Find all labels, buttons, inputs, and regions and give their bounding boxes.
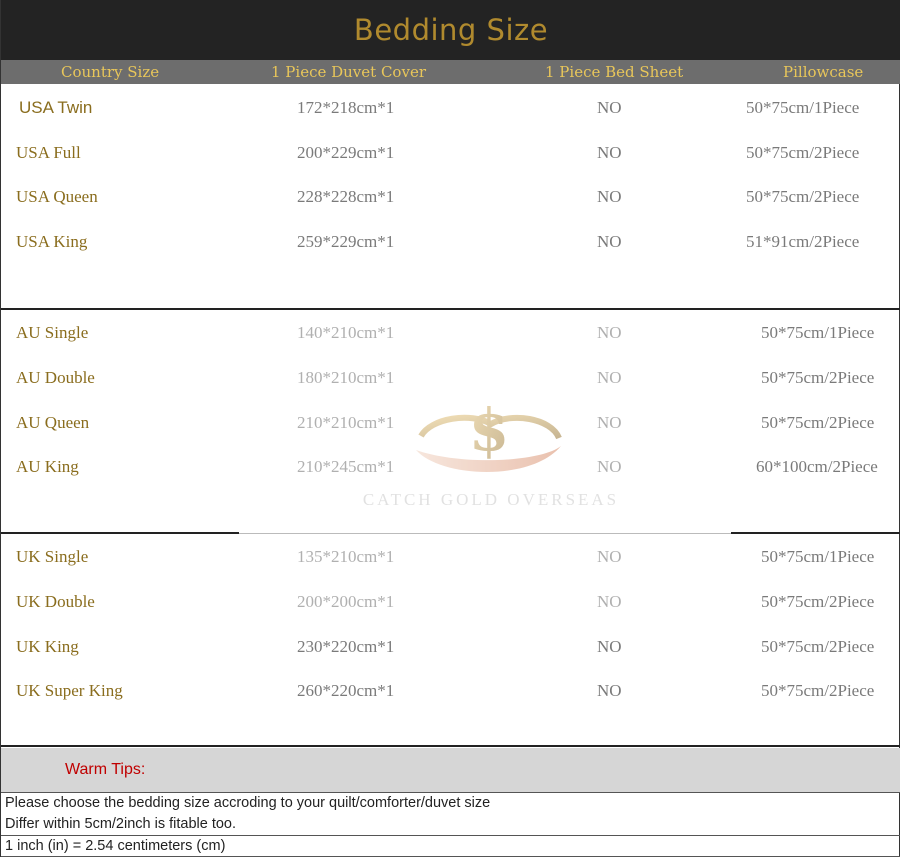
bed-sheet-value: NO (597, 323, 622, 342)
table-row: UK King 230*220cm*1 NO 50*75cm/2Piece (1, 633, 900, 663)
pillowcase-size: 50*75cm/1Piece (761, 547, 875, 566)
watermark-text: CATCH GOLD OVERSEAS (362, 490, 620, 509)
size-name: USA Queen (16, 187, 98, 206)
table-row: USA Full 200*229cm*1 NO 50*75cm/2Piece (1, 139, 900, 169)
pillowcase-size: 50*75cm/2Piece (761, 681, 875, 700)
table-row: UK Double 200*200cm*1 NO 50*75cm/2Piece (1, 588, 900, 618)
warm-tips-title: Warm Tips: (65, 761, 146, 778)
pillowcase-size: 50*75cm/2Piece (761, 592, 875, 611)
pillowcase-size: 50*75cm/1Piece (761, 323, 875, 342)
title-bar: Bedding Size (1, 0, 900, 60)
duvet-cover-size: 230*220cm*1 (297, 637, 395, 656)
bed-sheet-value: NO (597, 98, 622, 117)
size-name: USA Full (16, 143, 81, 162)
bed-sheet-value: NO (597, 637, 622, 656)
duvet-cover-size: 135*210cm*1 (297, 547, 395, 566)
pillowcase-size: 50*75cm/2Piece (761, 637, 875, 656)
group-divider (1, 745, 900, 747)
size-name: UK Single (16, 547, 89, 566)
watermark-logo: $ CATCH GOLD OVERSEAS (311, 396, 671, 518)
column-header-duvet-cover: 1 Piece Duvet Cover (271, 63, 426, 81)
tip-line: Please choose the bedding size accroding… (5, 795, 491, 811)
group-divider-faint (239, 533, 731, 534)
bed-sheet-value: NO (597, 592, 622, 611)
duvet-cover-size: 228*228cm*1 (297, 187, 395, 206)
size-name: UK Double (16, 592, 95, 611)
group-divider (731, 532, 900, 534)
size-name: USA King (16, 232, 88, 251)
column-header-country-size: Country Size (61, 63, 160, 81)
duvet-cover-size: 180*210cm*1 (297, 368, 395, 387)
dollar-hands-logo-icon: $ (416, 396, 562, 472)
group-divider (1, 532, 239, 534)
table-row: UK Single 135*210cm*1 NO 50*75cm/1Piece (1, 543, 900, 573)
tips-divider (1, 792, 900, 793)
bed-sheet-value: NO (597, 681, 622, 700)
pillowcase-size: 51*91cm/2Piece (746, 232, 860, 251)
warm-tips-bar: Warm Tips: (1, 748, 900, 792)
tip-line: Differ within 5cm/2inch is fitable too. (5, 816, 237, 832)
column-header-bed-sheet: 1 Piece Bed Sheet (545, 63, 684, 81)
table-row: USA Twin 172*218cm*1 NO 50*75cm/1Piece (1, 94, 900, 124)
page-title: Bedding Size (353, 13, 549, 47)
table-row: AU Single 140*210cm*1 NO 50*75cm/1Piece (1, 319, 900, 349)
bed-sheet-value: NO (597, 187, 622, 206)
duvet-cover-size: 259*229cm*1 (297, 232, 395, 251)
size-name: AU Single (16, 323, 89, 342)
column-header-bar: Country Size 1 Piece Duvet Cover 1 Piece… (1, 60, 900, 84)
pillowcase-size: 50*75cm/2Piece (746, 143, 860, 162)
table-row: USA King 259*229cm*1 NO 51*91cm/2Piece (1, 228, 900, 258)
pillowcase-size: 50*75cm/2Piece (761, 413, 875, 432)
group-divider (1, 308, 900, 310)
tips-divider (1, 835, 900, 836)
table-row: AU Double 180*210cm*1 NO 50*75cm/2Piece (1, 364, 900, 394)
duvet-cover-size: 172*218cm*1 (297, 98, 395, 117)
pillowcase-size: 60*100cm/2Piece (756, 457, 878, 476)
size-name: AU Queen (16, 413, 90, 432)
duvet-cover-size: 140*210cm*1 (297, 323, 395, 342)
pillowcase-size: 50*75cm/1Piece (746, 98, 860, 117)
table-row: USA Queen 228*228cm*1 NO 50*75cm/2Piece (1, 183, 900, 213)
size-name: AU Double (16, 368, 95, 387)
size-name: UK Super King (16, 681, 123, 700)
pillowcase-size: 50*75cm/2Piece (761, 368, 875, 387)
svg-text:$: $ (469, 398, 509, 464)
size-name: USA Twin (19, 98, 93, 117)
pillowcase-size: 50*75cm/2Piece (746, 187, 860, 206)
duvet-cover-size: 260*220cm*1 (297, 681, 395, 700)
duvet-cover-size: 200*200cm*1 (297, 592, 395, 611)
size-name: UK King (16, 637, 79, 656)
table-row: UK Super King 260*220cm*1 NO 50*75cm/2Pi… (1, 677, 900, 707)
column-header-pillowcase: Pillowcase (783, 63, 864, 81)
bed-sheet-value: NO (597, 547, 622, 566)
tip-line: 1 inch (in) = 2.54 centimeters (cm) (5, 838, 226, 854)
bed-sheet-value: NO (597, 232, 622, 251)
size-name: AU King (16, 457, 79, 476)
duvet-cover-size: 200*229cm*1 (297, 143, 395, 162)
bedding-size-chart: Bedding Size Country Size 1 Piece Duvet … (0, 0, 900, 857)
bed-sheet-value: NO (597, 143, 622, 162)
bed-sheet-value: NO (597, 368, 622, 387)
